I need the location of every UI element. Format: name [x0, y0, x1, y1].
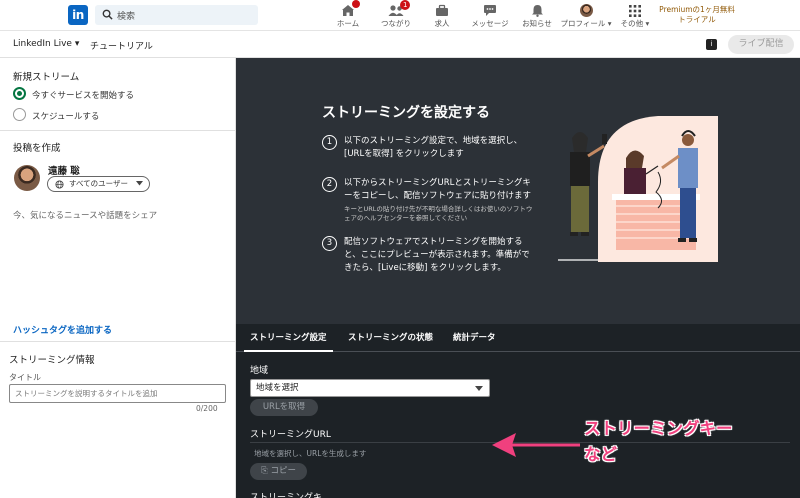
tab-statistics[interactable]: 統計データ	[453, 331, 496, 343]
user-name: 遠藤 聡	[48, 166, 80, 177]
divider	[0, 130, 236, 131]
streaming-illustration	[558, 116, 718, 262]
linkedin-live-menu[interactable]: LinkedIn Live ▾	[13, 39, 79, 49]
visibility-label: すべてのユーザー	[69, 179, 129, 188]
message-icon	[484, 5, 496, 16]
step-2-text: 以下からストリーミングURLとストリーミングキ ーをコピーし、配信ソフトウェアに貼…	[344, 178, 532, 201]
stream-key-label: ストリーミングキ	[250, 493, 323, 498]
stream-info-heading: ストリーミング情報	[9, 355, 95, 366]
profile-avatar	[579, 4, 593, 17]
divider	[0, 341, 236, 342]
region-select-value: 地域を選択	[256, 383, 299, 393]
left-panel: 新規ストリーム 今すぐサービスを開始する スケジュールする 投稿を作成 遠藤 聡…	[0, 58, 236, 498]
notification-badge: 1	[400, 0, 411, 10]
radio-schedule-label: スケジュールする	[32, 112, 100, 122]
premium-line-1: Premiumの1ヶ月無料	[659, 5, 735, 14]
radio-schedule[interactable]	[13, 108, 26, 121]
region-select[interactable]: 地域を選択	[250, 379, 490, 397]
annotation-arrow	[492, 433, 580, 457]
grid-icon	[629, 5, 641, 17]
step-3-text: 配信ソフトウェアでストリーミングを開始する と、ここにプレビューが表示されます。準…	[344, 237, 530, 273]
step-1-number: 1	[322, 135, 337, 150]
add-hashtag-link[interactable]: ハッシュタグを追加する	[13, 323, 112, 336]
bell-icon	[531, 5, 543, 17]
visibility-selector[interactable]: すべてのユーザー	[47, 176, 150, 192]
copy-button[interactable]: ⎘ コピー	[250, 463, 307, 480]
get-url-button[interactable]: URLを取得	[250, 399, 318, 416]
tutorial-link[interactable]: チュートリアル	[90, 39, 153, 52]
notification-dot	[352, 0, 360, 8]
sub-header: LinkedIn Live ▾ チュートリアル i ライブ配信	[0, 31, 800, 58]
post-heading: 投稿を作成	[13, 143, 61, 154]
premium-line-2: トライアル	[678, 15, 716, 24]
search-icon	[102, 9, 113, 20]
title-input[interactable]: ストリーミングを説明するタイトルを追加	[9, 384, 226, 403]
stream-url-placeholder: 地域を選択し、URLを生成します	[254, 449, 367, 458]
tab-stream-settings[interactable]: ストリーミング設定	[244, 331, 332, 352]
region-label: 地域	[250, 366, 269, 376]
search-input[interactable]: 検索	[95, 5, 258, 25]
go-live-button[interactable]: ライブ配信	[728, 35, 794, 54]
search-placeholder: 検索	[117, 12, 136, 22]
guide-title: ストリーミングを設定する	[322, 105, 490, 121]
title-label: タイトル	[9, 373, 41, 382]
step-3-number: 3	[322, 236, 337, 251]
setup-guide: ストリーミングを設定する 1 以下のストリーミング設定で、地域を選択し、 [URL…	[236, 58, 800, 324]
chevron-down-icon: ▾	[71, 39, 80, 49]
copy-icon: ⎘	[260, 466, 271, 476]
dropdown-arrow-icon	[475, 386, 483, 391]
step-2-note: キーとURLの貼り付け先が不明な場合詳しくはお使いのソフトウ ェアのヘルプセンター…	[344, 205, 533, 222]
linkedin-logo[interactable]: in	[68, 5, 88, 25]
globe-icon	[55, 180, 64, 189]
chevron-down-icon	[136, 181, 143, 186]
chevron-down-icon: ▾	[643, 19, 650, 28]
stream-url-label: ストリーミングURL	[250, 430, 331, 440]
annotation-text: ストリーミングキー など	[584, 419, 733, 464]
info-icon[interactable]: i	[706, 39, 717, 50]
radio-start-now-label: 今すぐサービスを開始する	[32, 91, 135, 101]
premium-trial-link[interactable]: Premiumの1ヶ月無料 トライアル	[654, 5, 740, 25]
settings-tabs: ストリーミング設定 ストリーミングの状態 統計データ	[236, 324, 800, 352]
briefcase-icon	[436, 4, 448, 16]
step-2-number: 2	[322, 177, 337, 192]
new-stream-heading: 新規ストリーム	[13, 72, 80, 83]
share-prompt[interactable]: 今、気になるニュースや話題をシェア	[13, 209, 157, 221]
tab-stream-status[interactable]: ストリーミングの状態	[348, 331, 433, 343]
top-navigation: in 検索 ホーム 1 つながり 求人 メッセージ お知らせ プロフィール ▾ …	[0, 0, 800, 31]
title-counter: 0/200	[196, 404, 218, 413]
user-avatar	[14, 165, 40, 191]
radio-start-now[interactable]	[13, 87, 26, 100]
step-1-text: 以下のストリーミング設定で、地域を選択し、 [URLを取得] をクリックします	[344, 136, 523, 159]
